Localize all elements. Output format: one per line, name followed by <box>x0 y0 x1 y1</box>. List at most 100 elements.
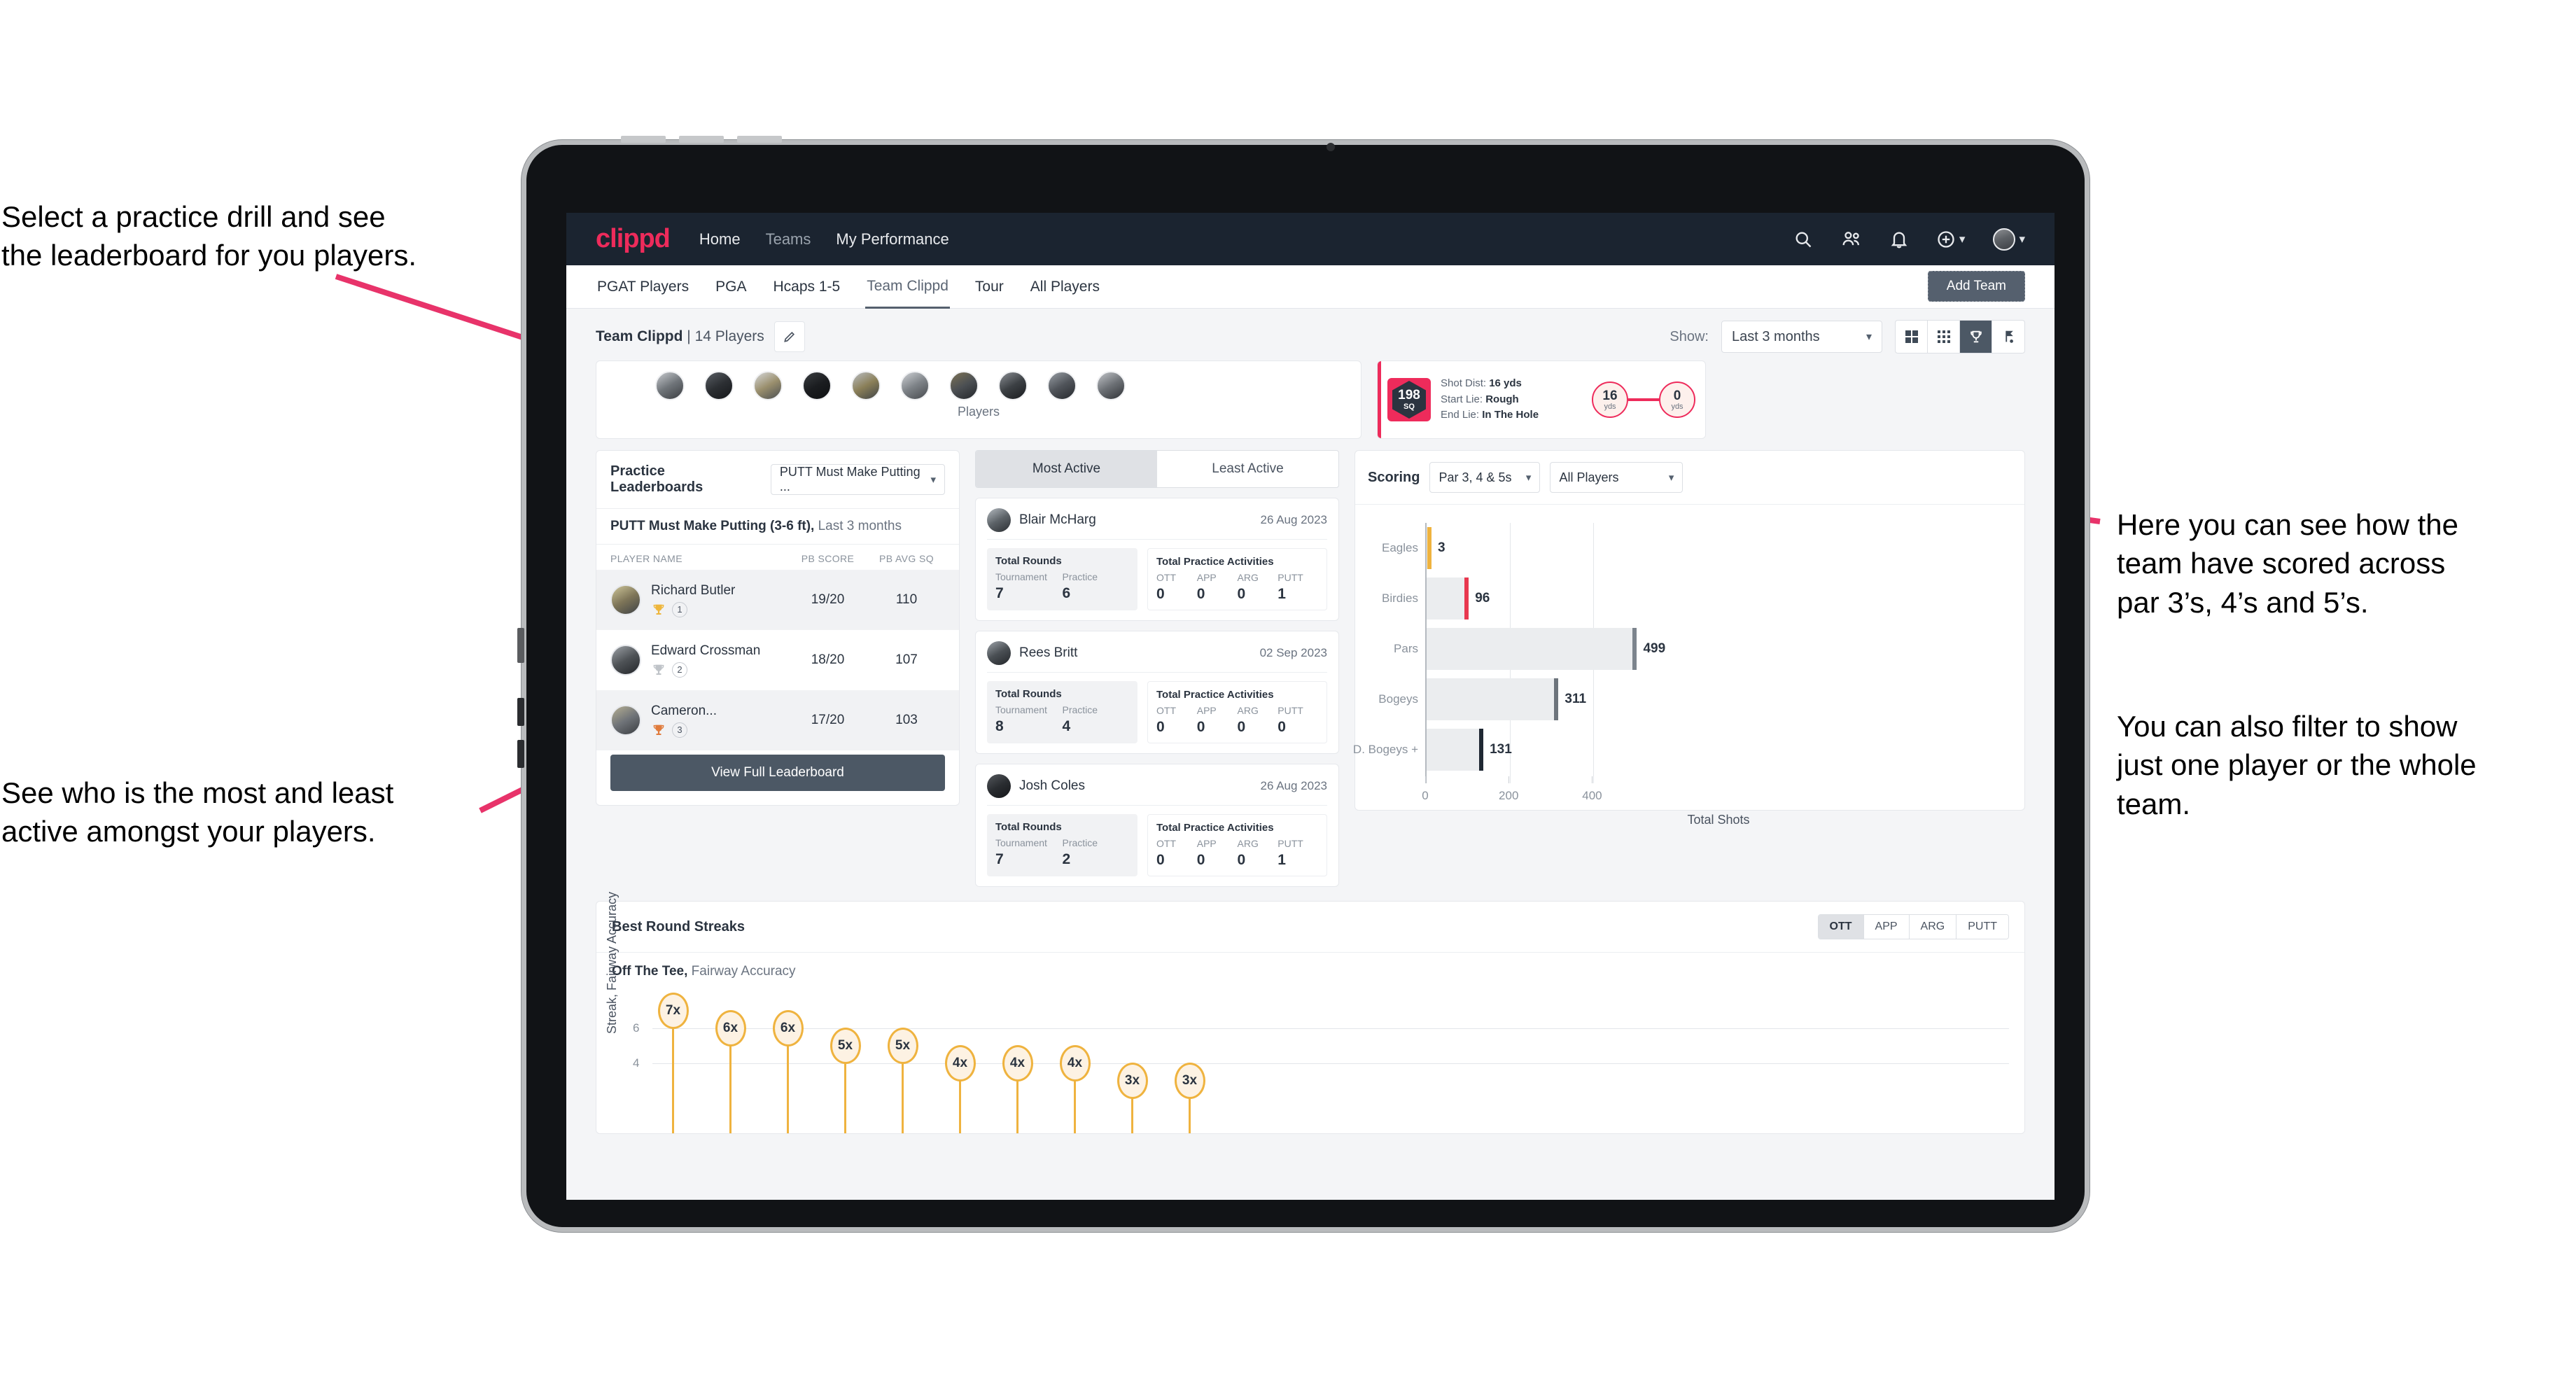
table-row[interactable]: Richard Butler 1 19/20 110 <box>596 570 959 630</box>
putt-value: 1 <box>1278 586 1286 602</box>
tab-most-active[interactable]: Most Active <box>976 451 1157 487</box>
search-icon[interactable] <box>1793 230 1813 249</box>
streak-lollipop[interactable]: 5x <box>830 1028 861 1133</box>
streak-lollipop[interactable]: 4x <box>1002 1045 1033 1133</box>
streak-y-axis-label: Streak, Fairway Accuracy <box>605 891 619 1034</box>
player-avatar[interactable] <box>851 371 881 400</box>
tab-least-active[interactable]: Least Active <box>1157 451 1338 487</box>
shot-detail-card: 198 SQ Shot Dist: 16 yds Start Lie: Roug… <box>1377 360 1706 439</box>
add-menu[interactable]: ▾ <box>1936 230 1965 249</box>
player-filter-select[interactable]: All Players ▾ <box>1550 462 1684 493</box>
player-avatar[interactable] <box>1047 371 1077 400</box>
flag-icon <box>2005 330 2013 343</box>
nav-link-teams[interactable]: Teams <box>766 230 811 248</box>
activity-player-card[interactable]: Josh Coles 26 Aug 2023 Total Rounds Tour… <box>975 764 1339 887</box>
player-avatar[interactable] <box>1096 371 1126 400</box>
player-avatar[interactable] <box>900 371 930 400</box>
side-button-1 <box>517 628 524 663</box>
shot-to-bubble: 0 yds <box>1659 382 1695 418</box>
sq-value: 198 <box>1398 388 1420 402</box>
player-avatar[interactable] <box>753 371 783 400</box>
pb-score: 18/20 <box>811 652 845 667</box>
tab-pgat-players[interactable]: PGAT Players <box>596 266 690 307</box>
last-activity-date: 02 Sep 2023 <box>1259 646 1327 659</box>
streak-lollipop[interactable]: 4x <box>1059 1045 1091 1133</box>
tab-all-players[interactable]: All Players <box>1029 266 1101 307</box>
shot-dist-label: Shot Dist: <box>1441 377 1487 389</box>
tournament-label: Tournament <box>995 704 1047 715</box>
drill-select[interactable]: PUTT Must Make Putting ... ▾ <box>770 464 945 495</box>
toolbar-right: Show: Last 3 months ▾ <box>1670 320 2025 354</box>
putt-label: PUTT <box>1278 572 1303 583</box>
bar-category-label: Eagles <box>1382 541 1418 554</box>
streak-lollipop[interactable]: 3x <box>1174 1063 1205 1133</box>
tournament-value: 7 <box>995 851 1004 867</box>
streak-value-bubble: 4x <box>944 1045 976 1082</box>
show-period-select[interactable]: Last 3 months ▾ <box>1721 321 1882 353</box>
activity-player-card[interactable]: Blair McHarg 26 Aug 2023 Total Rounds To… <box>975 498 1339 621</box>
bar-track: 131 <box>1427 729 1512 771</box>
player-avatar[interactable] <box>655 371 685 400</box>
add-team-button[interactable]: Add Team <box>1927 271 2025 302</box>
tournament-label: Tournament <box>995 837 1047 848</box>
streak-metric-name: Fairway Accuracy <box>691 964 796 979</box>
app-label: APP <box>1196 705 1217 716</box>
nav-link-home[interactable]: Home <box>699 230 741 248</box>
view-trophy-button[interactable] <box>1960 321 1992 353</box>
practice-activities-block: Total Practice Activities OTT 0 APP 0 ARG 0… <box>1147 814 1327 876</box>
tab-team-clippd[interactable]: Team Clippd <box>865 265 950 309</box>
streak-value-bubble: 6x <box>715 1010 746 1046</box>
edit-team-button[interactable] <box>774 321 805 352</box>
tab-pga[interactable]: PGA <box>714 266 748 307</box>
toggle-app[interactable]: APP <box>1863 915 1910 939</box>
show-label: Show: <box>1670 328 1709 344</box>
table-row[interactable]: Edward Crossman 2 18/20 107 <box>596 630 959 690</box>
player-avatar[interactable] <box>802 371 832 400</box>
pencil-icon <box>783 331 794 342</box>
players-strip-label: Players <box>957 405 1000 419</box>
table-row[interactable]: Cameron... 3 17/20 103 <box>596 690 959 750</box>
view-grid-large-button[interactable] <box>1896 321 1928 353</box>
bar-cap <box>1427 527 1432 569</box>
streak-lollipop[interactable]: 5x <box>887 1028 918 1133</box>
activity-player-card[interactable]: Rees Britt 02 Sep 2023 Total Rounds Tour… <box>975 631 1339 754</box>
player-avatar[interactable] <box>998 371 1028 400</box>
tab-tour[interactable]: Tour <box>974 266 1005 307</box>
profile-menu[interactable]: ▾ <box>1993 227 2025 251</box>
bar-row: D. Bogeys + 131 <box>1353 729 2012 771</box>
view-full-leaderboard-button[interactable]: View Full Leaderboard <box>610 755 945 791</box>
bell-icon[interactable] <box>1890 230 1908 249</box>
streak-lollipop[interactable]: 6x <box>772 1010 804 1133</box>
tab-hcaps-1-5[interactable]: Hcaps 1-5 <box>771 266 841 307</box>
view-grid-small-button[interactable] <box>1928 321 1960 353</box>
player-avatar[interactable] <box>949 371 979 400</box>
ott-label: OTT <box>1156 838 1176 849</box>
best-round-streaks-title: Best Round Streaks <box>612 918 746 934</box>
toggle-arg[interactable]: ARG <box>1909 915 1957 939</box>
streak-lollipop[interactable]: 6x <box>715 1010 746 1133</box>
streak-category-name: Off The Tee, <box>612 964 688 979</box>
pb-score: 17/20 <box>811 713 845 727</box>
streak-lollipop[interactable]: 4x <box>944 1045 976 1133</box>
toggle-putt[interactable]: PUTT <box>1956 915 2008 939</box>
view-flag-button[interactable] <box>1992 321 2024 353</box>
practice-value: 4 <box>1062 718 1071 734</box>
x-tick-label: 0 <box>1422 789 1429 802</box>
streak-lollipop[interactable]: 7x <box>657 993 689 1133</box>
column-pb-score: PB SCORE <box>801 553 855 564</box>
player-avatar[interactable] <box>704 371 734 400</box>
nav-link-my-performance[interactable]: My Performance <box>836 230 948 248</box>
streak-lollipop[interactable]: 3x <box>1116 1063 1148 1133</box>
toggle-ott[interactable]: OTT <box>1818 915 1864 939</box>
ott-label: OTT <box>1156 705 1176 716</box>
team-name: Team Clippd <box>596 328 683 344</box>
player-avatar <box>610 645 641 676</box>
par-select[interactable]: Par 3, 4 & 5s ▾ <box>1429 462 1541 493</box>
tournament-value: 7 <box>995 585 1004 601</box>
putt-label: PUTT <box>1278 838 1303 849</box>
side-button-2 <box>517 698 524 726</box>
rank-number: 3 <box>672 722 687 738</box>
people-icon[interactable] <box>1841 230 1862 249</box>
clippd-logo[interactable]: clippd <box>596 224 671 254</box>
player-avatar <box>610 584 641 615</box>
